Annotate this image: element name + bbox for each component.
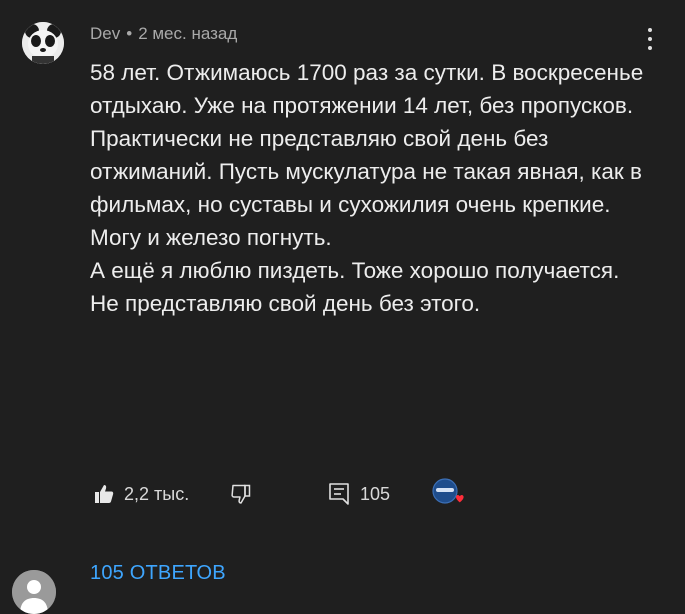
header-separator: • [126, 24, 133, 43]
author-name[interactable]: Dev [90, 24, 120, 43]
reply-button[interactable]: 105 [328, 476, 390, 512]
comment-header: Dev • 2 мес. назад [90, 24, 237, 44]
reply-count: 105 [360, 483, 391, 504]
user-silhouette-icon [12, 570, 56, 614]
comment-actions: 2,2 тыс. 105 [90, 476, 510, 512]
thumbs-up-icon [95, 485, 114, 503]
like-count: 2,2 тыс. [124, 483, 190, 504]
comment-icon [329, 483, 349, 505]
panda-avatar-image [22, 22, 64, 64]
creator-heart [430, 476, 466, 512]
comment-text: 58 лет. Отжимаюсь 1700 раз за сутки. В в… [90, 56, 650, 320]
comment-paragraph: А ещё я люблю пиздеть. Тоже хорошо получ… [90, 258, 620, 316]
show-replies-link[interactable]: 105 ОТВЕТОВ [90, 562, 226, 585]
current-user-avatar[interactable] [12, 570, 56, 614]
kebab-menu-icon[interactable] [640, 24, 660, 54]
thumbs-down-icon [231, 484, 251, 504]
dislike-button[interactable] [230, 476, 252, 512]
comment-paragraph: 58 лет. Отжимаюсь 1700 раз за сутки. В в… [90, 60, 644, 250]
like-button[interactable]: 2,2 тыс. [94, 476, 189, 512]
creator-heart-icon [432, 478, 464, 504]
commenter-avatar[interactable] [22, 22, 64, 64]
comment-timestamp[interactable]: 2 мес. назад [138, 24, 237, 43]
